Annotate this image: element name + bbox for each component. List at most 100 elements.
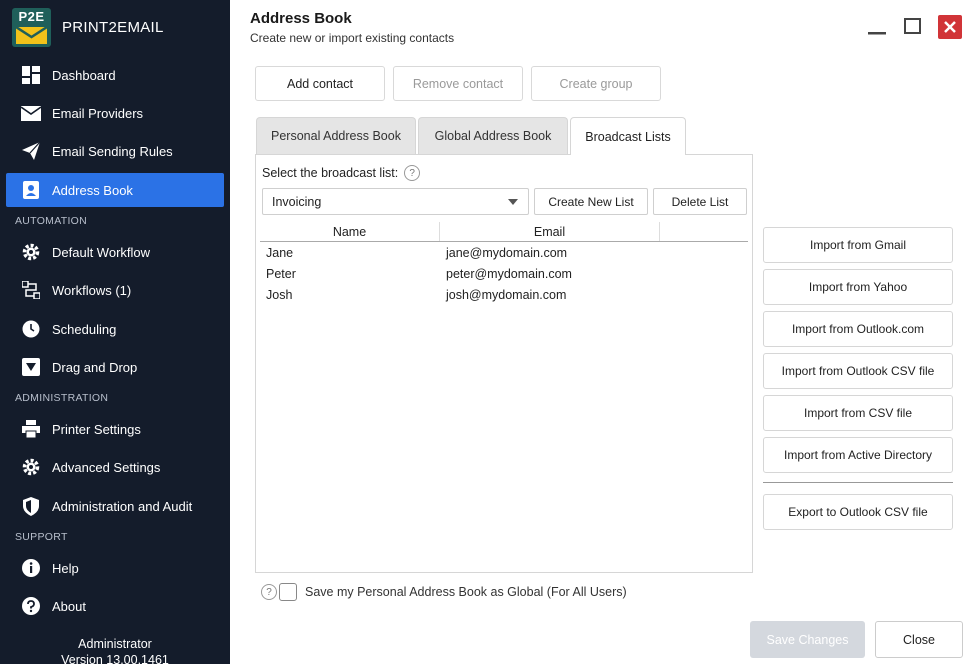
row-name: Jane [266,245,294,260]
drop-icon [20,356,42,378]
sidebar-item-default-workflow[interactable]: Default Workflow [6,235,224,269]
broadcast-list-selected: Invoicing [272,194,322,209]
workflow-icon [20,279,42,301]
select-broadcast-label: Select the broadcast list: ? [262,165,421,181]
help-icon[interactable]: ? [261,584,277,600]
info-icon [20,557,42,579]
help-icon[interactable]: ? [404,165,421,181]
broadcast-list-select[interactable]: Invoicing [262,188,529,215]
sidebar-item-about[interactable]: About [6,589,224,623]
sidebar-item-label: Default Workflow [52,244,151,260]
add-contact-button[interactable]: Add contact [255,66,385,101]
maximize-button[interactable] [902,15,926,39]
sidebar-item-email-sending-rules[interactable]: Email Sending Rules [6,134,224,168]
row-name: Josh [266,287,293,302]
dashboard-icon [20,64,42,86]
app-brand: PRINT2EMAIL [62,19,164,36]
close-icon [944,21,956,33]
gear-icon [20,241,42,263]
import-gmail-button[interactable]: Import from Gmail [763,227,953,263]
sidebar-item-label: Administration and Audit [52,498,193,514]
shield-icon [20,495,42,517]
import-active-directory-button[interactable]: Import from Active Directory [763,437,953,473]
page-subtitle: Create new or import existing contacts [250,31,455,45]
tab-global-address-book[interactable]: Global Address Book [418,117,568,154]
export-outlook-csv-button[interactable]: Export to Outlook CSV file [763,494,953,530]
paper-plane-icon [20,140,42,162]
app-logo-row: P2E PRINT2EMAIL [12,8,164,47]
logo-text: P2E [18,9,45,24]
table-row[interactable]: Jane jane@mydomain.com [260,242,748,263]
broadcast-contacts-grid: Name Email Jane jane@mydomain.com Peter … [260,222,748,305]
import-csv-button[interactable]: Import from CSV file [763,395,953,431]
gear-icon [20,456,42,478]
maximize-icon [904,18,921,34]
sidebar-item-label: Email Providers [52,105,144,121]
row-name: Peter [266,266,296,281]
column-header-empty [660,222,748,241]
envelope-icon [20,102,42,124]
page-title: Address Book [250,10,352,27]
delete-list-button[interactable]: Delete List [653,188,747,215]
sidebar-item-label: About [52,598,86,614]
sidebar-item-dashboard[interactable]: Dashboard [6,58,224,92]
tab-broadcast-lists[interactable]: Broadcast Lists [570,117,686,155]
close-button[interactable]: Close [875,621,963,658]
sidebar-item-drag-and-drop[interactable]: Drag and Drop [6,350,224,384]
save-changes-button[interactable]: Save Changes [750,621,865,658]
section-administration: ADMINISTRATION [15,392,109,404]
contact-card-icon [20,179,42,201]
sidebar-item-label: Dashboard [52,67,116,83]
save-global-checkbox[interactable] [279,583,297,601]
app-version: Version 13.00.1461 [61,653,169,664]
sidebar-item-advanced-settings[interactable]: Advanced Settings [6,450,224,484]
sidebar-item-label: Workflows (1) [52,282,132,298]
printer-icon [20,418,42,440]
chevron-down-icon [508,199,518,205]
sidebar-item-address-book[interactable]: Address Book [6,173,224,207]
sidebar-item-administration-and-audit[interactable]: Administration and Audit [6,489,224,523]
sidebar-item-label: Address Book [52,182,133,198]
section-support: SUPPORT [15,531,68,543]
tab-personal-address-book[interactable]: Personal Address Book [256,117,416,154]
create-new-list-button[interactable]: Create New List [534,188,648,215]
minimize-button[interactable] [866,15,890,39]
import-outlook-csv-button[interactable]: Import from Outlook CSV file [763,353,953,389]
question-icon [20,595,42,617]
clock-icon [20,318,42,340]
sidebar-item-label: Scheduling [52,321,117,337]
column-header-name[interactable]: Name [260,222,440,241]
close-window-button[interactable] [938,15,962,39]
row-email: jane@mydomain.com [446,245,568,260]
sidebar-item-help[interactable]: Help [6,551,224,585]
section-automation: AUTOMATION [15,215,88,227]
sidebar-item-label: Printer Settings [52,421,141,437]
sidebar-item-label: Advanced Settings [52,459,161,475]
user-name: Administrator [78,637,152,651]
sidebar-item-label: Email Sending Rules [52,143,173,159]
table-row[interactable]: Josh josh@mydomain.com [260,284,748,305]
create-group-button[interactable]: Create group [531,66,661,101]
import-outlook-com-button[interactable]: Import from Outlook.com [763,311,953,347]
sidebar-item-workflows[interactable]: Workflows (1) [6,273,224,307]
app-logo: P2E [12,8,51,47]
sidebar-item-email-providers[interactable]: Email Providers [6,96,224,130]
sidebar: P2E PRINT2EMAIL Dashboard Email Provider… [0,0,230,664]
row-email: josh@mydomain.com [446,287,567,302]
import-yahoo-button[interactable]: Import from Yahoo [763,269,953,305]
sidebar-item-printer-settings[interactable]: Printer Settings [6,412,224,446]
divider [763,482,953,483]
envelope-logo-icon [16,27,47,44]
save-global-label: Save my Personal Address Book as Global … [305,585,627,599]
minimize-icon [868,32,886,35]
main-content: Address Book Create new or import existi… [230,0,979,664]
remove-contact-button[interactable]: Remove contact [393,66,523,101]
column-header-email[interactable]: Email [440,222,660,241]
table-row[interactable]: Peter peter@mydomain.com [260,263,748,284]
sidebar-item-label: Drag and Drop [52,359,138,375]
sidebar-item-label: Help [52,560,79,576]
broadcast-lists-panel: Select the broadcast list: ? Invoicing C… [255,154,753,573]
sidebar-item-scheduling[interactable]: Scheduling [6,312,224,346]
row-email: peter@mydomain.com [446,266,572,281]
select-broadcast-label-text: Select the broadcast list: [262,166,399,180]
